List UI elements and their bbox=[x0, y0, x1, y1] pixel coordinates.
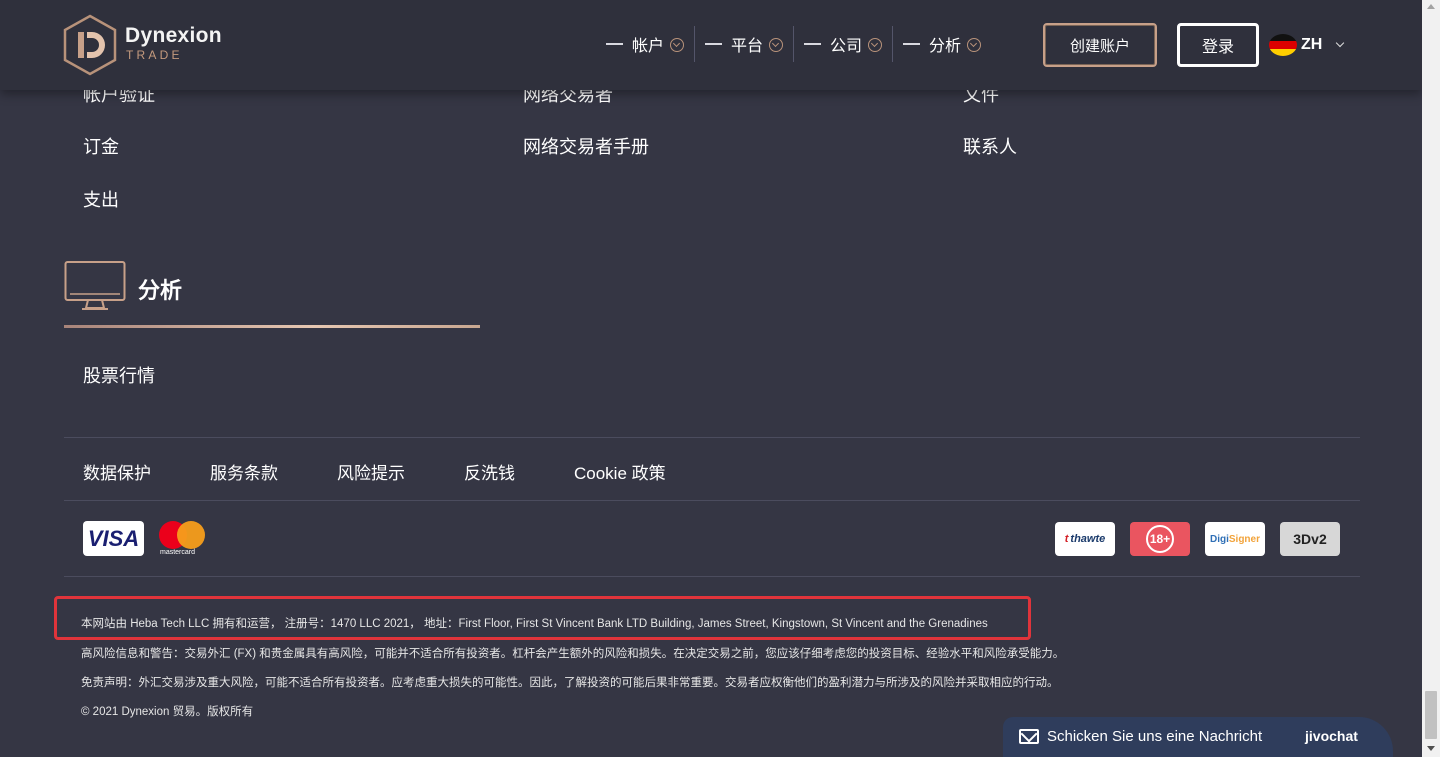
logo-hexagon-icon bbox=[63, 14, 117, 76]
mastercard-text: mastercard bbox=[160, 549, 196, 556]
logo-subtitle: TRADE bbox=[126, 48, 183, 62]
chat-brand: jivochat bbox=[1305, 728, 1358, 744]
scroll-down-arrow-icon[interactable] bbox=[1427, 746, 1435, 751]
logo-name: Dynexion bbox=[125, 24, 222, 47]
germany-flag-icon bbox=[1269, 34, 1297, 56]
site-header: Dynexion TRADE 帐户 平台 公司 分析 创建账户 登录 ZH bbox=[0, 0, 1422, 90]
digisigner-badge: Digi Signer bbox=[1205, 522, 1265, 556]
link-contacts[interactable]: 联系人 bbox=[963, 133, 1017, 159]
nav-item-analysis[interactable]: 分析 bbox=[892, 26, 991, 62]
envelope-icon bbox=[1019, 729, 1039, 744]
ownership-text: 本网站由 Heba Tech LLC 拥有和运营， 注册号：1470 LLC 2… bbox=[81, 618, 988, 630]
logo[interactable]: Dynexion TRADE bbox=[62, 14, 232, 76]
dash-icon bbox=[606, 43, 623, 45]
copyright-text: © 2021 Dynexion 贸易。版权所有 bbox=[81, 706, 254, 718]
login-button[interactable]: 登录 bbox=[1177, 23, 1259, 67]
footer-link-risk[interactable]: 风险提示 bbox=[337, 459, 405, 484]
scroll-up-arrow-icon[interactable] bbox=[1427, 4, 1435, 9]
language-code: ZH bbox=[1301, 36, 1323, 53]
signer-label: Signer bbox=[1228, 533, 1260, 545]
digi-label: Digi bbox=[1209, 533, 1229, 545]
chevron-down-circle-icon bbox=[670, 38, 685, 52]
analysis-section-header: 分析 bbox=[64, 260, 480, 329]
thawte-badge: t thawte bbox=[1055, 522, 1115, 556]
visa-logo: VISA bbox=[83, 521, 144, 556]
nav-label: 帐户 bbox=[632, 38, 665, 55]
age-label: 18+ bbox=[1146, 525, 1174, 553]
nav-item-company[interactable]: 公司 bbox=[793, 26, 892, 62]
chevron-down-circle-icon bbox=[769, 38, 784, 52]
dash-icon bbox=[705, 43, 723, 45]
link-web-trader-manual[interactable]: 网络交易者手册 bbox=[523, 133, 649, 159]
chat-label: Schicken Sie uns eine Nachricht bbox=[1047, 728, 1263, 745]
age-restriction-badge: 18+ bbox=[1130, 522, 1190, 556]
chevron-down-circle-icon bbox=[967, 38, 982, 52]
nav-label: 分析 bbox=[929, 38, 962, 55]
divider bbox=[64, 500, 1360, 501]
section-title: 分析 bbox=[138, 278, 183, 303]
disclaimer-text: 免责声明：外汇交易涉及重大风险，可能不适合所有投资者。应考虑重大损失的可能性。因… bbox=[81, 677, 1059, 689]
thawte-mark-icon: t bbox=[1064, 533, 1069, 545]
main-nav: 帐户 平台 公司 分析 bbox=[596, 26, 991, 62]
dash-icon bbox=[804, 43, 822, 45]
nav-label: 平台 bbox=[731, 38, 764, 55]
section-underline bbox=[64, 325, 480, 328]
monitor-icon bbox=[64, 261, 126, 310]
mastercard-yellow-circle bbox=[177, 521, 205, 549]
thawte-label: thawte bbox=[1070, 533, 1106, 545]
footer-link-aml[interactable]: 反洗钱 bbox=[464, 459, 515, 484]
dash-icon bbox=[903, 43, 921, 45]
create-account-button[interactable]: 创建账户 bbox=[1043, 23, 1157, 67]
link-deposit[interactable]: 订金 bbox=[83, 133, 119, 159]
divider bbox=[64, 576, 1360, 577]
chevron-down-circle-icon bbox=[868, 38, 883, 52]
link-stock-quotes[interactable]: 股票行情 bbox=[83, 362, 155, 388]
nav-item-account[interactable]: 帐户 bbox=[596, 26, 694, 62]
language-selector[interactable]: ZH bbox=[1269, 33, 1345, 57]
footer-link-cookie[interactable]: Cookie 政策 bbox=[574, 459, 666, 484]
scrollbar-thumb[interactable] bbox=[1425, 691, 1437, 739]
chat-widget[interactable]: Schicken Sie uns eine Nachricht jivochat bbox=[1003, 717, 1393, 757]
3dsecure-badge: 3Dv2 bbox=[1280, 522, 1340, 556]
mastercard-logo: mastercard bbox=[158, 521, 208, 557]
footer-link-terms[interactable]: 服务条款 bbox=[210, 459, 278, 484]
nav-item-platform[interactable]: 平台 bbox=[694, 26, 793, 62]
nav-label: 公司 bbox=[830, 38, 863, 55]
link-withdrawal[interactable]: 支出 bbox=[83, 186, 119, 212]
page-scrollbar[interactable] bbox=[1422, 0, 1440, 757]
risk-warning-text: 高风险信息和警告：交易外汇 (FX) 和贵金属具有高风险，可能并不适合所有投资者… bbox=[81, 648, 1065, 660]
footer-link-data-protection[interactable]: 数据保护 bbox=[83, 459, 151, 484]
chevron-down-icon bbox=[1336, 38, 1345, 48]
divider bbox=[64, 437, 1360, 438]
